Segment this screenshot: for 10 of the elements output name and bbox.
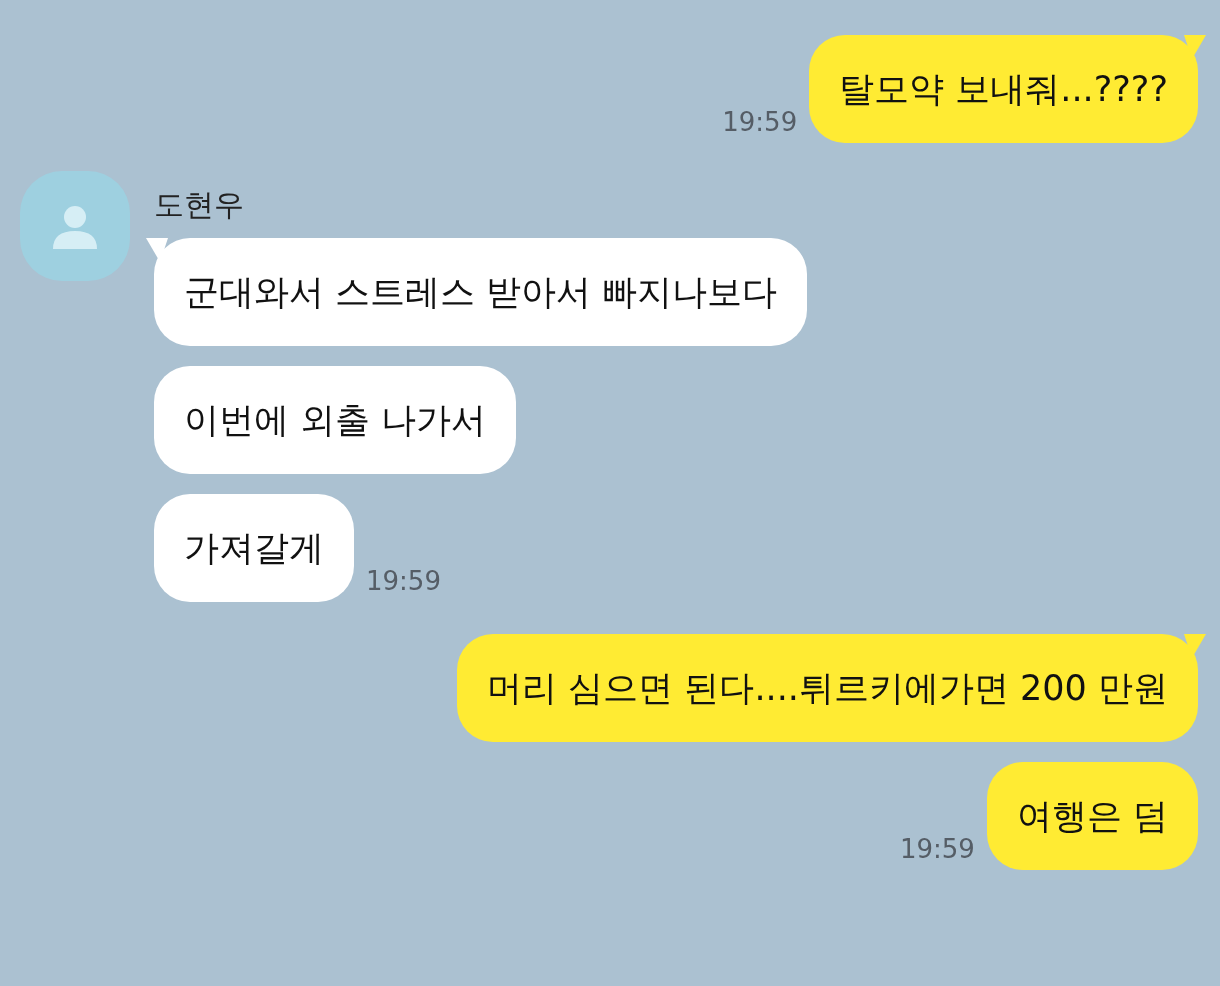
message-bubble: 가져갈게 <box>154 494 354 602</box>
message-time: 19:59 <box>899 834 975 866</box>
bubble-tail <box>1184 35 1206 59</box>
message-time: 19:59 <box>366 566 441 598</box>
message-bubble: 여행은 덤 <box>986 762 1198 870</box>
sender-name: 도현우 <box>154 186 244 224</box>
message-bubble: 이번에 외출 나가서 <box>154 366 517 474</box>
avatar[interactable] <box>20 171 130 281</box>
message-time: 19:59 <box>722 107 798 139</box>
bubble-tail <box>1184 634 1206 658</box>
